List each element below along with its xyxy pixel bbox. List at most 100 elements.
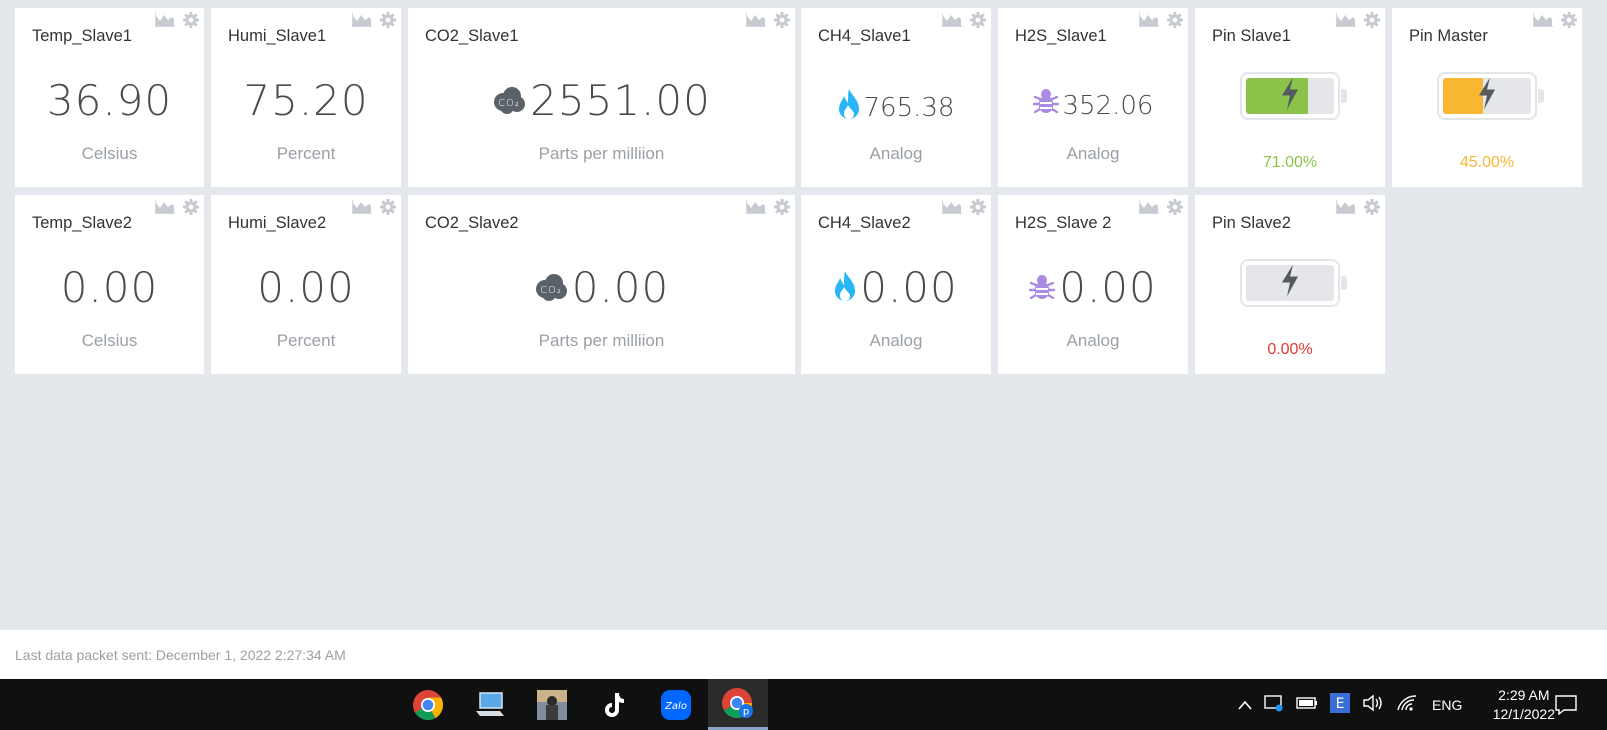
battery-icon[interactable] [1296, 696, 1318, 713]
unit-label: Analog [1066, 144, 1120, 163]
widget-co2-slave2: CO2_Slave2 CO₂ 0.00 Parts per milliion [408, 195, 795, 374]
sensor-value: 352.06 [1062, 90, 1154, 121]
widget-h2s-slave2: H2S_Slave 2 0.00 Analog [998, 195, 1188, 374]
unit-label: Parts per milliion [538, 331, 665, 350]
battery-percent: 45.00% [1459, 154, 1515, 171]
co2-cloud-icon: CO₂ [534, 263, 568, 312]
chart-icon[interactable] [1533, 13, 1553, 27]
sensor-value: 0.00 [571, 263, 670, 312]
windows-taskbar: Zalo p E ENG 2:29 AM 12/1/2022 [0, 679, 1607, 730]
widget-title: Humi_Slave1 [228, 27, 327, 45]
flame-icon [838, 88, 860, 127]
clock-date: 12/1/2022 [1492, 706, 1555, 722]
widget-title: H2S_Slave 2 [1015, 214, 1112, 232]
chart-icon[interactable] [942, 200, 962, 214]
chart-icon[interactable] [746, 200, 766, 214]
gear-icon[interactable] [1166, 11, 1184, 29]
unit-label: Percent [276, 144, 336, 163]
lightning-icon [1476, 77, 1498, 116]
bug-icon [1032, 88, 1059, 123]
lightning-icon [1279, 77, 1301, 116]
widget-h2s-slave1: H2S_Slave1 352.06 Analog [998, 8, 1188, 187]
lightning-icon [1279, 264, 1301, 303]
wifi-icon[interactable] [1396, 694, 1418, 715]
widget-title: CH4_Slave1 [818, 27, 911, 45]
gear-icon[interactable] [1166, 198, 1184, 216]
chart-icon[interactable] [1336, 200, 1356, 214]
sensor-value: 0.00 [60, 263, 159, 312]
sensor-value: 0.00 [257, 263, 355, 312]
gear-icon[interactable] [1363, 198, 1381, 216]
this-pc-icon[interactable] [460, 679, 520, 730]
gear-icon[interactable] [1363, 11, 1381, 29]
network-monitor-icon[interactable] [1264, 694, 1284, 715]
chrome-icon[interactable] [398, 679, 458, 730]
sensor-value: 0.00 [1059, 263, 1157, 312]
notification-icon[interactable] [1555, 679, 1577, 730]
widget-ch4-slave1: CH4_Slave1 765.38 Analog [801, 8, 991, 187]
svg-text:Zalo: Zalo [664, 701, 687, 712]
sensor-value: 765.38 [863, 92, 955, 123]
unit-label: Analog [869, 331, 923, 350]
chart-icon[interactable] [1336, 13, 1356, 27]
co2-cloud-icon: CO₂ [492, 76, 526, 125]
battery-gauge [1240, 72, 1347, 120]
system-clock[interactable]: 2:29 AM 12/1/2022 [1493, 686, 1555, 724]
chart-icon[interactable] [1139, 13, 1159, 27]
unit-label: Celsius [81, 331, 138, 350]
chart-icon[interactable] [155, 13, 175, 27]
chart-icon[interactable] [942, 13, 962, 27]
gear-icon[interactable] [182, 11, 200, 29]
game-icon[interactable] [522, 679, 582, 730]
widget-title: Temp_Slave1 [32, 27, 132, 45]
tiktok-icon[interactable] [584, 679, 644, 730]
gear-icon[interactable] [969, 11, 987, 29]
battery-percent: 0.00% [1267, 341, 1313, 358]
widget-humi-slave2: Humi_Slave2 0.00 Percent [211, 195, 401, 374]
widget-pin-slave2: Pin Slave2 0.00% [1195, 195, 1385, 374]
gear-icon[interactable] [379, 198, 397, 216]
language-indicator[interactable]: ENG [1432, 697, 1462, 713]
unit-label: Parts per milliion [538, 144, 665, 163]
volume-icon[interactable] [1362, 694, 1384, 715]
chrome-profile-icon[interactable]: p [708, 679, 768, 730]
sensor-value: 75.20 [243, 76, 369, 125]
gear-icon[interactable] [773, 198, 791, 216]
widget-pin-slave1: Pin Slave1 71.00% [1195, 8, 1385, 187]
gear-icon[interactable] [969, 198, 987, 216]
unit-label: Analog [1066, 331, 1120, 350]
svg-text:CO₂: CO₂ [540, 285, 562, 296]
sensor-value: 36.90 [46, 76, 173, 125]
gear-icon[interactable] [379, 11, 397, 29]
chart-icon[interactable] [155, 200, 175, 214]
chevron-up-icon[interactable] [1238, 697, 1252, 713]
chart-icon[interactable] [1139, 200, 1159, 214]
system-tray: E ENG [1238, 679, 1462, 730]
widget-title: H2S_Slave1 [1015, 27, 1107, 45]
widget-title: Temp_Slave2 [32, 214, 132, 232]
widget-pin-master: Pin Master 45.00% [1392, 8, 1582, 187]
chart-icon[interactable] [746, 13, 766, 27]
unit-label: Celsius [81, 144, 138, 163]
unit-label: Percent [276, 331, 336, 350]
sensor-value: 0.00 [860, 263, 958, 312]
bug-icon [1029, 263, 1056, 312]
zalo-icon[interactable]: Zalo [646, 679, 706, 730]
battery-percent: 71.00% [1262, 154, 1318, 171]
widget-temp-slave2: Temp_Slave2 0.00 Celsius [15, 195, 204, 374]
widget-title: Pin Slave2 [1212, 214, 1291, 232]
battery-gauge [1240, 259, 1347, 307]
gear-icon[interactable] [1560, 11, 1578, 29]
chart-icon[interactable] [352, 200, 372, 214]
gear-icon[interactable] [182, 198, 200, 216]
ime-icon[interactable]: E [1330, 693, 1350, 716]
widget-title: CO2_Slave2 [425, 214, 519, 232]
flame-icon [834, 263, 856, 312]
chart-icon[interactable] [352, 13, 372, 27]
gear-icon[interactable] [773, 11, 791, 29]
last-packet-text: Last data packet sent: December 1, 2022 … [15, 647, 346, 663]
widget-temp-slave1: Temp_Slave1 36.90 Celsius [15, 8, 204, 187]
widget-title: CH4_Slave2 [818, 214, 911, 232]
widget-co2-slave1: CO2_Slave1 CO₂ 2551.00 Parts per milliio… [408, 8, 795, 187]
clock-time: 2:29 AM [1498, 687, 1550, 703]
